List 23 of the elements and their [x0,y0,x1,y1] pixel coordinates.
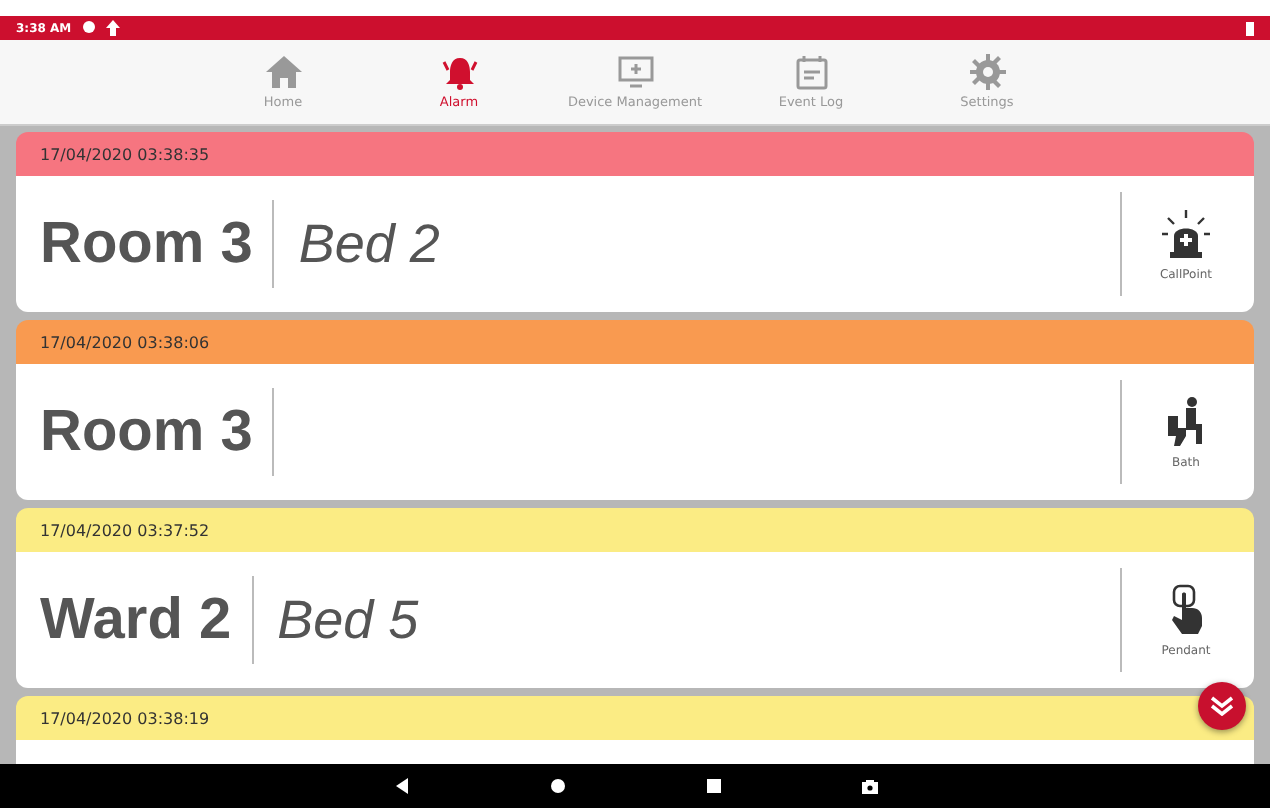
calendar-icon [791,54,831,90]
siren-icon [1162,207,1210,259]
monitor-icon [615,54,655,90]
settings-icon [967,54,1007,90]
home-circle-icon[interactable] [549,778,565,794]
chevron-double-down-icon [1210,696,1234,716]
bell-icon [439,54,479,90]
room-name: Ward 2 [40,576,254,664]
upload-icon [105,20,120,36]
location-icon [81,20,96,36]
bed-name: Bed 5 [275,589,419,651]
battery-icon [1246,21,1254,35]
recents-icon[interactable] [705,778,721,794]
alarm-time: 17/04/2020 03:37:52 [40,521,210,539]
alarm-time: 17/04/2020 03:38:06 [40,333,210,351]
room-name: Room 3 [40,388,275,476]
alarm-time: 17/04/2020 03:38:35 [40,145,210,163]
back-icon[interactable] [393,778,409,794]
camera-icon[interactable] [861,778,877,794]
home-icon [263,54,303,90]
room-name: Room 3 [40,200,275,288]
bed-name: Bed 2 [296,213,440,275]
alarm-time: 17/04/2020 03:38:19 [40,709,210,727]
